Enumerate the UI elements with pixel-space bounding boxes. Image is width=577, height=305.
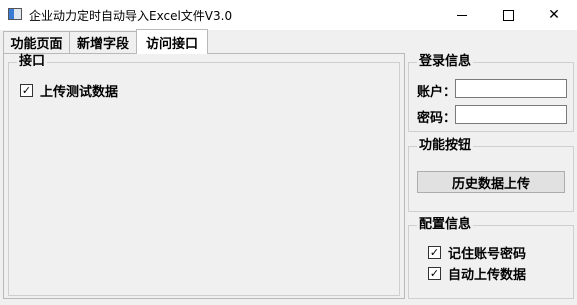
login-group-title: 登录信息 [417,54,474,70]
function-buttons-group-title: 功能按钮 [417,138,474,154]
password-label: 密码： [417,111,457,126]
checkmark-icon: ✓ [21,84,32,97]
remember-password-label: 记住账号密码 [448,247,527,262]
upload-test-data-label: 上传测试数据 [40,85,119,100]
upload-test-data-checkbox[interactable]: ✓ 上传测试数据 [20,81,118,100]
config-groupbox: 配置信息 ✓ 记住账号密码 ✓ 自动上传数据 [408,217,574,299]
history-upload-button[interactable]: 历史数据上传 [417,171,565,193]
checkbox-box[interactable]: ✓ [20,84,33,97]
tab-new-fields[interactable]: 新增字段 [69,31,137,53]
auto-upload-label: 自动上传数据 [448,268,527,283]
checkmark-icon: ✓ [429,267,440,280]
auto-upload-checkbox[interactable]: ✓ 自动上传数据 [428,264,526,283]
tab-access-interface[interactable]: 访问接口 [136,29,208,54]
login-groupbox: 登录信息 账户： 密码： [408,54,574,132]
checkbox-box[interactable]: ✓ [428,246,441,259]
interface-groupbox: 接口 ✓ 上传测试数据 [8,54,400,296]
maximize-icon [502,9,514,21]
app-icon [8,8,22,20]
account-input[interactable] [455,79,567,98]
tab-function-page[interactable]: 功能页面 [3,31,70,53]
tab-content: 接口 ✓ 上传测试数据 [3,53,405,299]
interface-group-title: 接口 [17,54,48,70]
maximize-button[interactable] [485,0,531,30]
minimize-icon [457,14,467,16]
account-label: 账户： [417,85,457,100]
close-button[interactable]: ✕ [531,0,577,30]
config-group-title: 配置信息 [417,217,474,233]
remember-password-checkbox[interactable]: ✓ 记住账号密码 [428,243,526,262]
password-input[interactable] [455,105,567,124]
function-buttons-groupbox: 功能按钮 历史数据上传 [408,138,574,212]
title-bar: 企业动力定时自动导入Excel文件V3.0 ✕ [0,0,577,30]
checkmark-icon: ✓ [429,246,440,259]
close-icon: ✕ [548,7,560,23]
window-title: 企业动力定时自动导入Excel文件V3.0 [29,9,233,23]
checkbox-box[interactable]: ✓ [428,267,441,280]
minimize-button[interactable] [439,0,485,30]
